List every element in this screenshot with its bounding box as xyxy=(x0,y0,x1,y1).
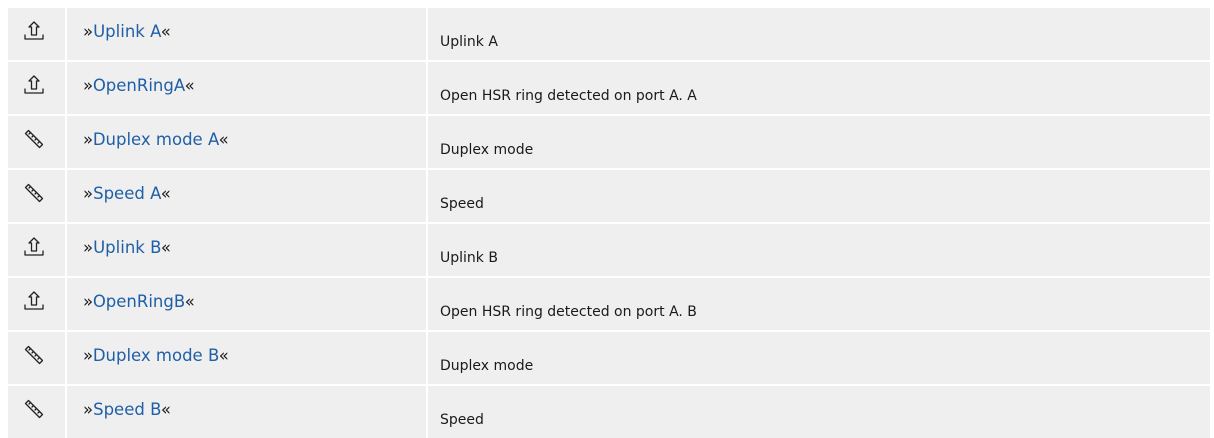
quote-open: » xyxy=(83,130,93,149)
quote-close: « xyxy=(184,292,195,311)
ruler-icon xyxy=(23,128,45,150)
icon-cell xyxy=(8,170,65,222)
signal-table: »Uplink A« Uplink A »OpenRingA« Open HSR… xyxy=(8,8,1210,438)
signal-name-link[interactable]: Uplink A xyxy=(93,22,161,41)
description-cell: Duplex mode xyxy=(428,332,1210,384)
signal-name-link[interactable]: OpenRingB xyxy=(93,292,185,311)
signal-name-cell: »Speed A« xyxy=(67,170,426,222)
quote-open: » xyxy=(83,76,93,95)
icon-cell xyxy=(8,62,65,114)
signal-name-cell: »OpenRingB« xyxy=(67,278,426,330)
table-row: »Uplink A« Uplink A xyxy=(8,8,1210,60)
description-cell: Duplex mode xyxy=(428,116,1210,168)
icon-cell xyxy=(8,332,65,384)
icon-cell xyxy=(8,278,65,330)
quote-close: « xyxy=(160,22,171,41)
ruler-icon xyxy=(23,398,45,420)
signal-name-cell: »Duplex mode B« xyxy=(67,332,426,384)
signal-name-link[interactable]: Uplink B xyxy=(93,238,161,257)
description-cell: Speed xyxy=(428,170,1210,222)
description-cell: Speed xyxy=(428,386,1210,438)
table-row: »OpenRingB« Open HSR ring detected on po… xyxy=(8,278,1210,330)
description-cell: Uplink B xyxy=(428,224,1210,276)
upload-icon xyxy=(23,290,45,312)
icon-cell xyxy=(8,8,65,60)
ruler-icon xyxy=(23,344,45,366)
table-row: »Speed A« Speed xyxy=(8,170,1210,222)
signal-name-cell: »Uplink A« xyxy=(67,8,426,60)
quote-open: » xyxy=(83,346,93,365)
quote-close: « xyxy=(160,184,171,203)
signal-name-link[interactable]: OpenRingA xyxy=(93,76,185,95)
quote-close: « xyxy=(160,400,171,419)
icon-cell xyxy=(8,386,65,438)
upload-icon xyxy=(23,20,45,42)
quote-open: » xyxy=(83,22,94,41)
quote-open: » xyxy=(83,400,94,419)
icon-cell xyxy=(8,116,65,168)
table-row: »Duplex mode B« Duplex mode xyxy=(8,332,1210,384)
quote-close: « xyxy=(218,346,229,365)
signal-name-cell: »Speed B« xyxy=(67,386,426,438)
signal-name-cell: »Duplex mode A« xyxy=(67,116,426,168)
quote-open: » xyxy=(83,292,93,311)
quote-close: « xyxy=(218,130,229,149)
description-cell: Open HSR ring detected on port A. A xyxy=(428,62,1210,114)
quote-open: » xyxy=(83,238,94,257)
icon-cell xyxy=(8,224,65,276)
signal-name-link[interactable]: Duplex mode A xyxy=(93,130,219,149)
table-row: »Uplink B« Uplink B xyxy=(8,224,1210,276)
quote-open: » xyxy=(83,184,94,203)
upload-icon xyxy=(23,236,45,258)
signal-name-link[interactable]: Speed B xyxy=(93,400,161,419)
signal-name-cell: »OpenRingA« xyxy=(67,62,426,114)
quote-close: « xyxy=(184,76,195,95)
table-row: »Duplex mode A« Duplex mode xyxy=(8,116,1210,168)
signal-name-link[interactable]: Duplex mode B xyxy=(93,346,219,365)
signal-name-link[interactable]: Speed A xyxy=(93,184,161,203)
ruler-icon xyxy=(23,182,45,204)
table-row: »Speed B« Speed xyxy=(8,386,1210,438)
description-cell: Open HSR ring detected on port A. B xyxy=(428,278,1210,330)
description-cell: Uplink A xyxy=(428,8,1210,60)
signal-name-cell: »Uplink B« xyxy=(67,224,426,276)
table-row: »OpenRingA« Open HSR ring detected on po… xyxy=(8,62,1210,114)
upload-icon xyxy=(23,74,45,96)
quote-close: « xyxy=(160,238,172,257)
